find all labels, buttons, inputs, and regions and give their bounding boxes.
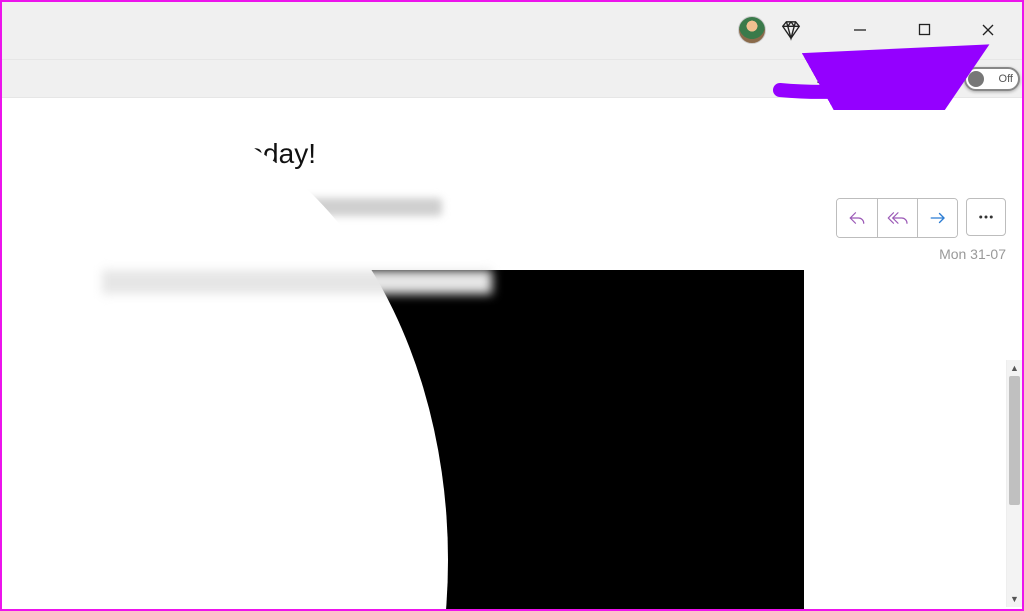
toggle-knob — [968, 71, 984, 87]
reply-button[interactable] — [837, 199, 877, 237]
redacted-strip — [102, 270, 492, 294]
try-new-outlook-bar: Try the new Outlook Off — [0, 60, 1024, 98]
premium-diamond-icon[interactable] — [778, 17, 804, 43]
title-bar — [0, 0, 1024, 60]
email-reading-pane: It's your due date today! O — [0, 98, 1024, 611]
toggle-state-label: Off — [999, 73, 1013, 85]
profile-avatar[interactable] — [738, 16, 766, 44]
maximize-button[interactable] — [892, 6, 956, 54]
email-body-redacted-block — [18, 270, 804, 611]
try-new-label: Try the new Outlook — [813, 70, 956, 88]
minimize-button[interactable] — [828, 6, 892, 54]
window-controls — [828, 6, 1020, 54]
email-timestamp: Mon 31-07 — [836, 246, 1006, 262]
reply-all-button[interactable] — [877, 199, 917, 237]
title-bar-right — [738, 6, 1020, 54]
try-new-toggle[interactable]: Off — [964, 67, 1020, 91]
email-body — [84, 270, 814, 611]
reply-button-group — [836, 198, 958, 238]
forward-button[interactable] — [917, 199, 957, 237]
scrollbar-track[interactable] — [1007, 376, 1022, 591]
email-actions-column: Mon 31-07 — [836, 198, 1006, 262]
scroll-up-arrow-icon[interactable]: ▲ — [1007, 360, 1022, 376]
more-actions-button[interactable] — [966, 198, 1006, 236]
scroll-down-arrow-icon[interactable]: ▼ — [1007, 591, 1022, 607]
scrollbar-thumb[interactable] — [1009, 376, 1020, 505]
vertical-scrollbar[interactable]: ▲ ▼ — [1006, 360, 1022, 607]
close-button[interactable] — [956, 6, 1020, 54]
email-action-buttons — [836, 198, 1006, 238]
